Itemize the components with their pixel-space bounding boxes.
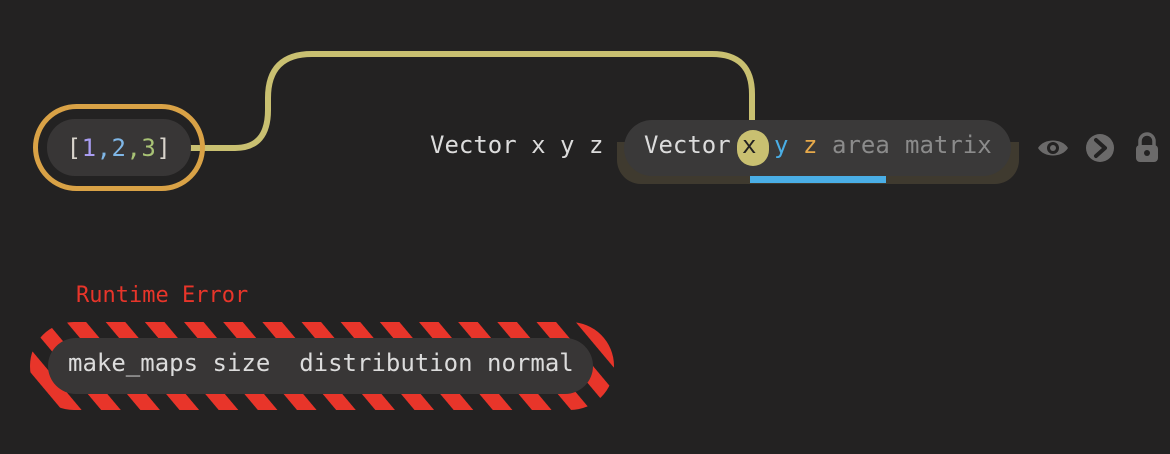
chevron-right-icon[interactable]	[1083, 131, 1117, 165]
port-x[interactable]: x	[742, 131, 756, 159]
port-matrix[interactable]: matrix	[905, 131, 992, 159]
port-highlight-bar	[750, 176, 886, 183]
vector-node-name: Vector	[644, 131, 731, 159]
vector-signature-label: Vector x y z	[430, 131, 604, 159]
lock-icon[interactable]	[1130, 131, 1164, 165]
list-value-1: 1	[81, 133, 97, 162]
list-comma-2: ,	[126, 133, 142, 162]
port-area[interactable]: area	[832, 131, 890, 159]
port-y[interactable]: y	[774, 131, 788, 159]
bracket-open: [	[66, 133, 82, 162]
list-value-2: 2	[111, 133, 127, 162]
port-z[interactable]: z	[803, 131, 817, 159]
bracket-close: ]	[156, 133, 172, 162]
runtime-error-label: Runtime Error	[76, 283, 249, 308]
error-node-expression: make_maps size distribution normal	[68, 349, 574, 377]
list-literal-node[interactable]: [1, 2, 3]	[47, 119, 191, 176]
list-value-3: 3	[141, 133, 157, 162]
list-comma-1: ,	[96, 133, 112, 162]
eye-icon[interactable]	[1036, 131, 1070, 165]
